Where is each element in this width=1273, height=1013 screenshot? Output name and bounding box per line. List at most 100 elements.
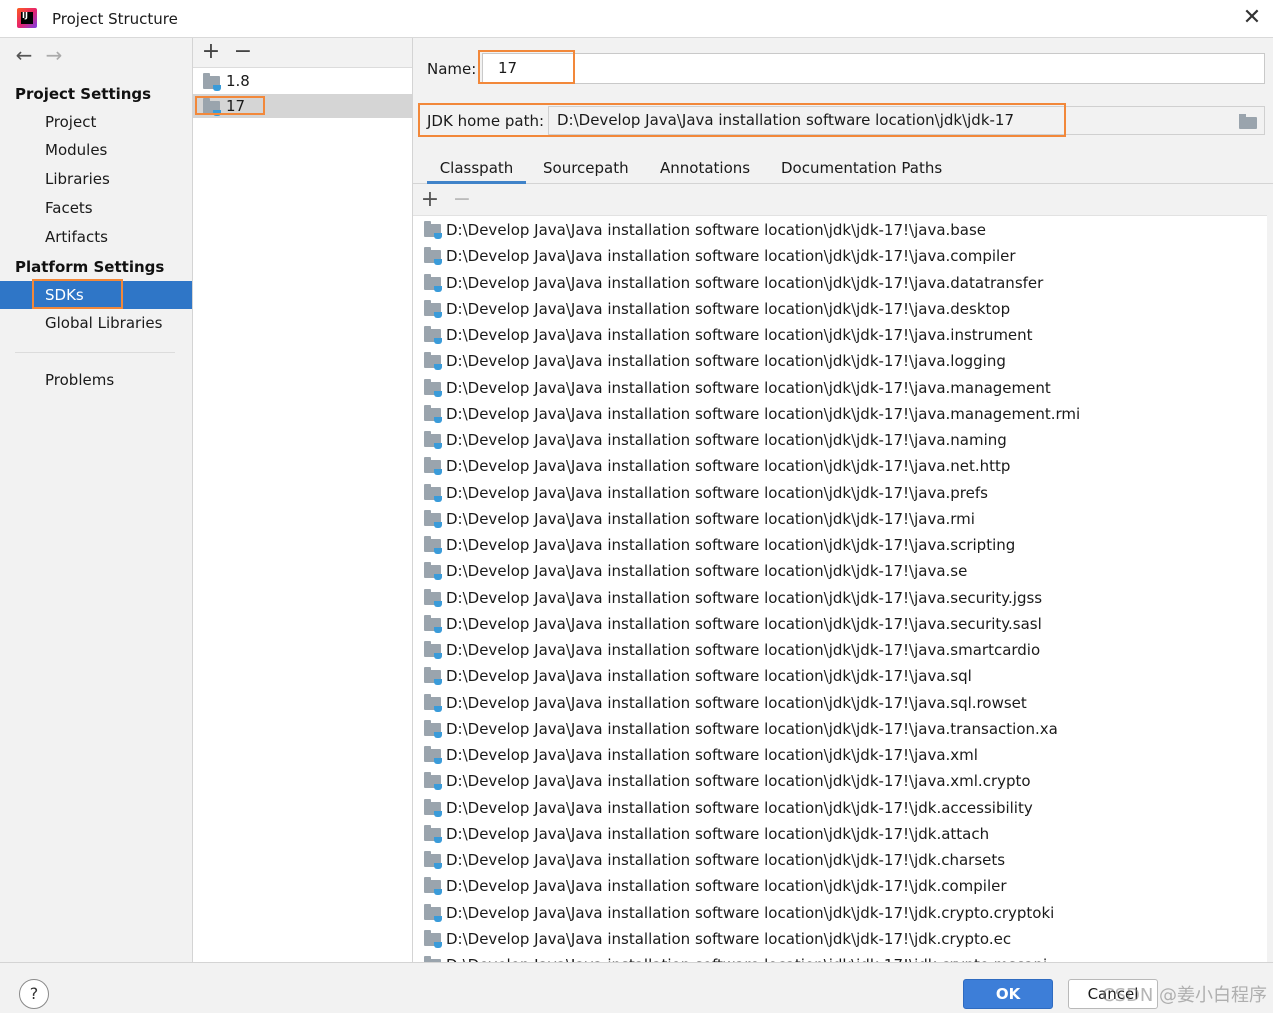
classpath-row-label: D:\Develop Java\Java installation softwa… xyxy=(446,693,1027,712)
module-folder-icon xyxy=(424,929,442,948)
module-folder-icon xyxy=(424,641,442,659)
module-folder-icon xyxy=(424,772,442,791)
module-folder-icon xyxy=(424,667,442,686)
help-button[interactable]: ? xyxy=(19,979,49,1009)
settings-sidebar: ← → Project Settings Project Modules Lib… xyxy=(0,38,193,962)
close-icon[interactable]: ✕ xyxy=(1240,6,1264,30)
classpath-row[interactable]: D:\Develop Java\Java installation softwa… xyxy=(413,270,1267,296)
sdk-item-17[interactable]: 17 xyxy=(193,94,412,118)
tab-sourcepath[interactable]: Sourcepath xyxy=(543,159,629,184)
title-bar: IJ Project Structure ✕ xyxy=(0,0,1273,38)
module-folder-icon xyxy=(424,588,442,607)
window-title: Project Structure xyxy=(52,10,178,28)
classpath-row-label: D:\Develop Java\Java installation softwa… xyxy=(446,877,1007,896)
classpath-row[interactable]: D:\Develop Java\Java installation softwa… xyxy=(413,873,1267,899)
module-folder-icon xyxy=(424,719,442,738)
jdk-home-label: JDK home path: xyxy=(427,112,545,130)
classpath-row-label: D:\Develop Java\Java installation softwa… xyxy=(446,483,988,502)
classpath-list[interactable]: D:\Develop Java\Java installation softwa… xyxy=(413,215,1267,962)
classpath-row-label: D:\Develop Java\Java installation softwa… xyxy=(446,299,1011,318)
classpath-row[interactable]: D:\Develop Java\Java installation softwa… xyxy=(413,532,1267,558)
module-folder-icon xyxy=(424,431,442,449)
classpath-row[interactable]: D:\Develop Java\Java installation softwa… xyxy=(413,453,1267,479)
module-folder-icon xyxy=(424,614,442,633)
classpath-row[interactable]: D:\Develop Java\Java installation softwa… xyxy=(413,926,1267,952)
tab-documentation-paths[interactable]: Documentation Paths xyxy=(781,159,942,184)
sidebar-item-project[interactable]: Project xyxy=(0,109,192,135)
jdk-folder-icon xyxy=(203,73,221,91)
classpath-row[interactable]: D:\Develop Java\Java installation softwa… xyxy=(413,821,1267,847)
classpath-row[interactable]: D:\Develop Java\Java installation softwa… xyxy=(413,900,1267,926)
classpath-row[interactable]: D:\Develop Java\Java installation softwa… xyxy=(413,480,1267,506)
sdk-item-label: 1.8 xyxy=(226,72,250,90)
sdk-details-panel: Name: 17 JDK home path: D:\Develop Java\… xyxy=(413,38,1273,962)
classpath-row-label: D:\Develop Java\Java installation softwa… xyxy=(446,509,975,528)
sdk-list-panel: + − 1.8 17 xyxy=(193,38,413,962)
classpath-row[interactable]: D:\Develop Java\Java installation softwa… xyxy=(413,322,1267,348)
classpath-row[interactable]: D:\Develop Java\Java installation softwa… xyxy=(413,952,1267,962)
classpath-row-label: D:\Develop Java\Java installation softwa… xyxy=(446,824,990,843)
classpath-row[interactable]: D:\Develop Java\Java installation softwa… xyxy=(413,558,1267,584)
add-sdk-button[interactable]: + xyxy=(200,40,222,64)
classpath-row-label: D:\Develop Java\Java installation softwa… xyxy=(446,851,1006,869)
module-folder-icon xyxy=(424,483,442,502)
classpath-row[interactable]: D:\Develop Java\Java installation softwa… xyxy=(413,506,1267,532)
name-input[interactable]: 17 xyxy=(482,53,1265,84)
module-folder-icon xyxy=(424,509,442,528)
classpath-row[interactable]: D:\Develop Java\Java installation softwa… xyxy=(413,663,1267,689)
classpath-row[interactable]: D:\Develop Java\Java installation softwa… xyxy=(413,795,1267,821)
classpath-row[interactable]: D:\Develop Java\Java installation softwa… xyxy=(413,427,1267,453)
forward-arrow-icon[interactable]: → xyxy=(42,43,66,67)
sidebar-item-modules[interactable]: Modules xyxy=(0,137,192,163)
classpath-row[interactable]: D:\Develop Java\Java installation softwa… xyxy=(413,716,1267,742)
classpath-row-label: D:\Develop Java\Java installation softwa… xyxy=(446,352,1006,371)
module-folder-icon xyxy=(424,247,442,266)
remove-path-button[interactable]: − xyxy=(451,188,473,212)
classpath-row-label: D:\Develop Java\Java installation softwa… xyxy=(446,562,968,581)
sdk-item-label: 17 xyxy=(226,97,246,115)
tab-annotations[interactable]: Annotations xyxy=(660,159,750,184)
classpath-row-label: D:\Develop Java\Java installation softwa… xyxy=(446,903,1055,922)
sidebar-item-facets[interactable]: Facets xyxy=(0,195,192,221)
classpath-row[interactable]: D:\Develop Java\Java installation softwa… xyxy=(413,243,1267,269)
sidebar-item-artifacts[interactable]: Artifacts xyxy=(0,224,192,250)
classpath-row[interactable]: D:\Develop Java\Java installation softwa… xyxy=(413,637,1267,663)
jdk-folder-icon xyxy=(203,98,221,116)
classpath-row-label: D:\Develop Java\Java installation softwa… xyxy=(446,746,978,764)
tab-classpath[interactable]: Classpath xyxy=(427,159,526,184)
classpath-row[interactable]: D:\Develop Java\Java installation softwa… xyxy=(413,375,1267,401)
sidebar-item-problems[interactable]: Problems xyxy=(0,367,192,393)
remove-sdk-button[interactable]: − xyxy=(232,40,254,64)
project-settings-header: Project Settings xyxy=(15,85,152,103)
classpath-row-label: D:\Develop Java\Java installation softwa… xyxy=(446,719,1058,738)
module-folder-icon xyxy=(424,877,442,896)
classpath-row[interactable]: D:\Develop Java\Java installation softwa… xyxy=(413,768,1267,794)
classpath-row[interactable]: D:\Develop Java\Java installation softwa… xyxy=(413,611,1267,637)
classpath-row[interactable]: D:\Develop Java\Java installation softwa… xyxy=(413,585,1267,611)
classpath-row[interactable]: D:\Develop Java\Java installation softwa… xyxy=(413,296,1267,322)
classpath-row-label: D:\Develop Java\Java installation softwa… xyxy=(446,431,1007,449)
module-folder-icon xyxy=(424,693,442,712)
module-folder-icon xyxy=(424,798,442,817)
sidebar-item-global-libraries[interactable]: Global Libraries xyxy=(0,310,192,336)
sdk-item-1-8[interactable]: 1.8 xyxy=(193,69,412,93)
classpath-row[interactable]: D:\Develop Java\Java installation softwa… xyxy=(413,217,1267,243)
classpath-row[interactable]: D:\Develop Java\Java installation softwa… xyxy=(413,401,1267,427)
classpath-toolbar: + − xyxy=(413,185,1273,215)
classpath-row-label: D:\Develop Java\Java installation softwa… xyxy=(446,798,1033,817)
module-folder-icon xyxy=(424,746,442,764)
browse-folder-icon[interactable] xyxy=(1239,114,1257,129)
sidebar-item-libraries[interactable]: Libraries xyxy=(0,166,192,192)
jdk-home-path-input[interactable]: D:\Develop Java\Java installation softwa… xyxy=(548,106,1265,135)
classpath-row[interactable]: D:\Develop Java\Java installation softwa… xyxy=(413,348,1267,374)
classpath-row-label: D:\Develop Java\Java installation softwa… xyxy=(446,457,1011,476)
classpath-row[interactable]: D:\Develop Java\Java installation softwa… xyxy=(413,847,1267,873)
classpath-row[interactable]: D:\Develop Java\Java installation softwa… xyxy=(413,742,1267,768)
module-folder-icon xyxy=(424,273,442,292)
classpath-row[interactable]: D:\Develop Java\Java installation softwa… xyxy=(413,690,1267,716)
name-label: Name: xyxy=(427,60,477,78)
sidebar-item-sdks[interactable]: SDKs xyxy=(0,281,192,309)
add-path-button[interactable]: + xyxy=(419,188,441,212)
back-arrow-icon[interactable]: ← xyxy=(12,43,36,67)
ok-button[interactable]: OK xyxy=(963,979,1053,1009)
